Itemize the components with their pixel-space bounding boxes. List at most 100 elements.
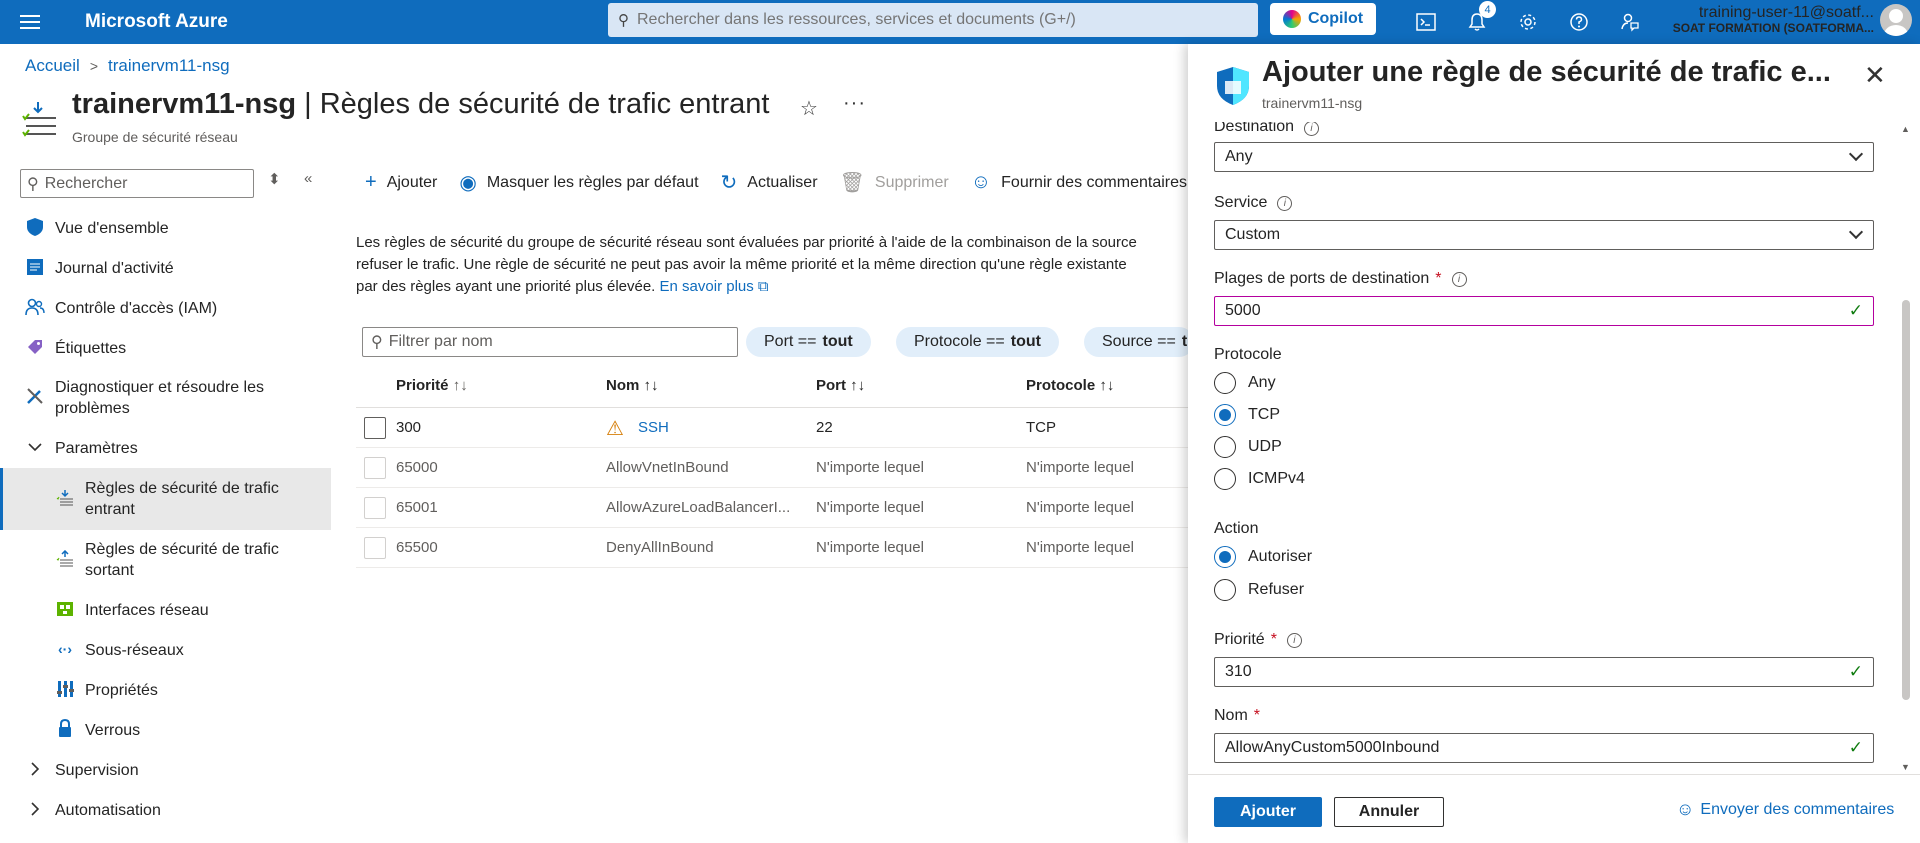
- scrollbar-thumb[interactable]: [1902, 300, 1910, 700]
- nav-item-inbound-rules[interactable]: Règles de sécurité de trafic entrant: [0, 468, 331, 530]
- nav-item-outbound-rules[interactable]: Règles de sécurité de trafic sortant: [0, 530, 331, 590]
- bell-icon[interactable]: 4: [1451, 0, 1502, 44]
- protocol-radio-udp[interactable]: UDP: [1214, 436, 1282, 458]
- service-select[interactable]: Custom: [1214, 220, 1874, 250]
- filter-pill-source[interactable]: Source == t: [1084, 327, 1194, 357]
- close-icon[interactable]: ✕: [1864, 60, 1886, 91]
- nav-group-automation[interactable]: Automatisation: [0, 790, 331, 830]
- radio-circle-selected[interactable]: [1214, 404, 1236, 426]
- add-rule-button[interactable]: Ajouter: [1214, 797, 1322, 827]
- nav-item-nic[interactable]: Interfaces réseau: [0, 590, 331, 630]
- col-name[interactable]: Nom ↑↓: [606, 377, 659, 394]
- info-icon[interactable]: i: [1286, 632, 1302, 648]
- filter-pill-port[interactable]: Port == tout: [746, 327, 871, 357]
- cell-port: N'importe lequel: [816, 539, 924, 556]
- name-input[interactable]: AllowAnyCustom5000Inbound ✓: [1214, 733, 1874, 763]
- global-search-input[interactable]: [637, 11, 1227, 29]
- global-search[interactable]: ⚲: [608, 3, 1258, 37]
- scroll-down-icon[interactable]: ▼: [1901, 762, 1910, 772]
- cell-protocol: N'importe lequel: [1026, 459, 1134, 476]
- breadcrumb-home[interactable]: Accueil: [25, 56, 80, 76]
- cancel-button[interactable]: Annuler: [1334, 797, 1444, 827]
- breadcrumb-current[interactable]: trainervm11-nsg: [108, 56, 230, 76]
- chevron-right-icon: >: [89, 58, 98, 74]
- nav-search-input[interactable]: ⚲ Rechercher: [20, 169, 254, 198]
- feedback-button[interactable]: ☺ Fournir des commentaires: [971, 171, 1187, 194]
- row-checkbox[interactable]: [364, 417, 386, 439]
- protocol-radio-tcp[interactable]: TCP: [1214, 404, 1280, 426]
- nav-item-iam[interactable]: Contrôle d'accès (IAM): [0, 288, 331, 328]
- nav-item-overview[interactable]: Vue d'ensemble: [0, 208, 331, 248]
- copilot-button[interactable]: Copilot: [1270, 3, 1376, 35]
- send-feedback-link[interactable]: ☺ Envoyer des commentaires: [1676, 799, 1894, 820]
- nav-item-tags[interactable]: Étiquettes: [0, 328, 331, 368]
- nav-item-diagnose[interactable]: Diagnostiquer et résoudre les problèmes: [0, 368, 331, 428]
- radio-circle-selected[interactable]: [1214, 546, 1236, 568]
- hamburger-menu-icon[interactable]: [0, 0, 60, 44]
- nav-item-properties[interactable]: Propriétés: [0, 670, 331, 710]
- outbound-rules-icon: [55, 549, 75, 569]
- protocol-radio-icmpv4[interactable]: ICMPv4: [1214, 468, 1305, 490]
- col-port[interactable]: Port ↑↓: [816, 377, 865, 394]
- panel-scrollbar[interactable]: ▲ ▼: [1898, 124, 1914, 774]
- feedback-icon[interactable]: [1604, 0, 1655, 44]
- account-info[interactable]: training-user-11@soatf... SOAT FORMATION…: [1668, 4, 1874, 35]
- cloud-shell-icon[interactable]: [1400, 0, 1451, 44]
- table-row[interactable]: 65001 AllowAzureLoadBalancerI... N'impor…: [356, 488, 1192, 528]
- nav-group-monitoring[interactable]: Supervision: [0, 750, 331, 790]
- action-radio-deny[interactable]: Refuser: [1214, 579, 1304, 601]
- sort-updown-icon[interactable]: ⬍: [268, 170, 281, 188]
- row-checkbox[interactable]: [364, 537, 386, 559]
- more-icon[interactable]: ···: [843, 92, 866, 115]
- dest-ports-input[interactable]: 5000 ✓: [1214, 296, 1874, 326]
- destination-select[interactable]: Any: [1214, 142, 1874, 172]
- nav-item-label: Sous-réseaux: [85, 642, 184, 659]
- brand-title[interactable]: Microsoft Azure: [85, 11, 611, 33]
- filter-placeholder: Filtrer par nom: [388, 333, 493, 350]
- radio-circle[interactable]: [1214, 468, 1236, 490]
- col-priority[interactable]: Priorité ↑↓: [396, 377, 468, 394]
- radio-circle[interactable]: [1214, 436, 1236, 458]
- scroll-up-icon[interactable]: ▲: [1901, 124, 1910, 134]
- help-icon[interactable]: [1553, 0, 1604, 44]
- nav-group-settings[interactable]: Paramètres: [0, 428, 331, 468]
- nav-item-label: Journal d'activité: [55, 260, 174, 277]
- radio-circle[interactable]: [1214, 579, 1236, 601]
- destination-label: Destination i: [1214, 122, 1320, 136]
- gear-icon[interactable]: [1502, 0, 1553, 44]
- delete-button[interactable]: 🗑 Supprimer: [840, 170, 949, 195]
- learn-more-link[interactable]: En savoir plus ⧉: [660, 278, 769, 295]
- resource-name: trainervm11-nsg: [72, 88, 297, 120]
- priority-input[interactable]: 310 ✓: [1214, 657, 1874, 687]
- avatar[interactable]: [1880, 4, 1912, 36]
- info-icon[interactable]: i: [1451, 271, 1467, 287]
- nav-item-activity-log[interactable]: Journal d'activité: [0, 248, 331, 288]
- nav-item-label: Règles de sécurité de trafic sortant: [85, 541, 279, 579]
- row-checkbox[interactable]: [364, 457, 386, 479]
- rules-description: Les règles de sécurité du groupe de sécu…: [356, 232, 1192, 298]
- table-row[interactable]: 65000 AllowVnetInBound N'importe lequel …: [356, 448, 1192, 488]
- nav-item-locks[interactable]: Verrous: [0, 710, 331, 750]
- cell-name-link[interactable]: SSH: [638, 419, 669, 436]
- table-row[interactable]: 65500 DenyAllInBound N'importe lequel N'…: [356, 528, 1192, 568]
- row-checkbox[interactable]: [364, 497, 386, 519]
- nav-item-subnets[interactable]: ‹·› Sous-réseaux: [0, 630, 331, 670]
- panel-footer: Ajouter Annuler ☺ Envoyer des commentaire…: [1188, 774, 1920, 843]
- refresh-label: Actualiser: [747, 173, 818, 191]
- hide-default-rules-button[interactable]: ◉ Masquer les règles par défaut: [459, 170, 698, 195]
- info-icon[interactable]: i: [1304, 122, 1320, 136]
- info-icon[interactable]: i: [1277, 195, 1293, 211]
- inbound-rules-icon: [55, 488, 75, 508]
- filter-pill-protocol[interactable]: Protocole == tout: [896, 327, 1059, 357]
- star-icon[interactable]: ☆: [800, 96, 818, 121]
- cell-protocol: TCP: [1026, 419, 1056, 436]
- action-radio-allow[interactable]: Autoriser: [1214, 546, 1312, 568]
- protocol-radio-any[interactable]: Any: [1214, 372, 1276, 394]
- refresh-button[interactable]: ↻ Actualiser: [721, 170, 818, 195]
- filter-by-name-input[interactable]: ⚲ Filtrer par nom: [362, 327, 738, 357]
- add-button[interactable]: + Ajouter: [365, 171, 437, 194]
- col-protocol[interactable]: Protocole ↑↓: [1026, 377, 1114, 394]
- radio-circle[interactable]: [1214, 372, 1236, 394]
- table-row[interactable]: 300 ⚠ SSH 22 TCP: [356, 408, 1192, 448]
- collapse-icon[interactable]: «: [304, 170, 312, 187]
